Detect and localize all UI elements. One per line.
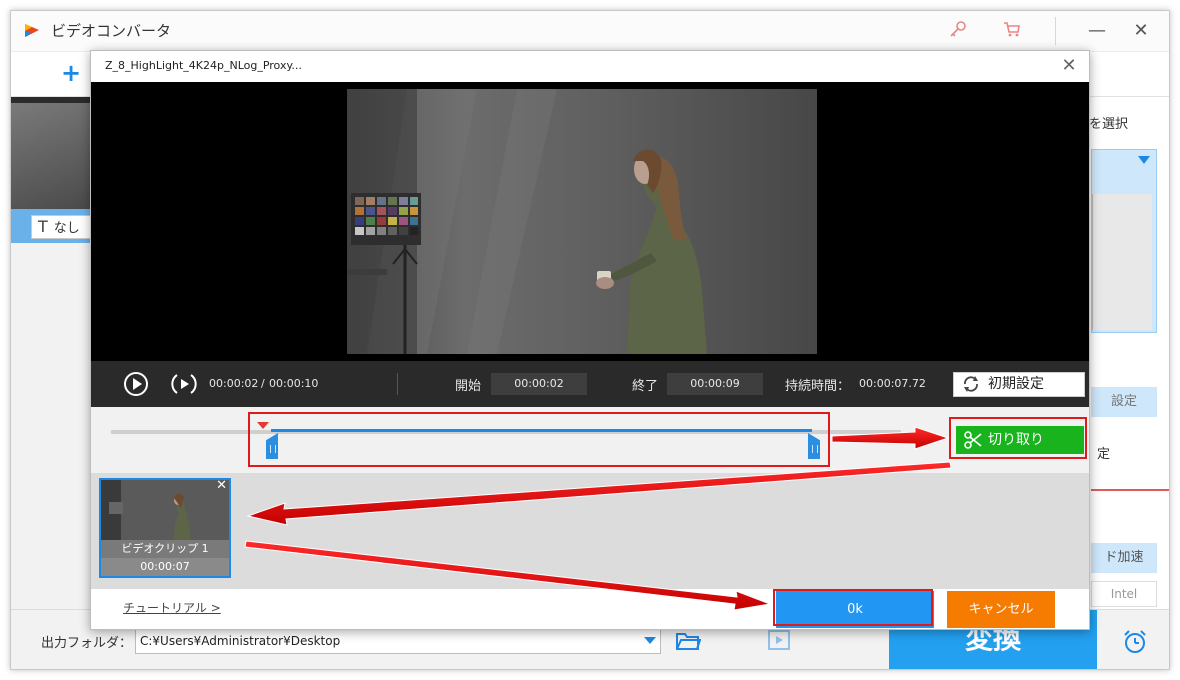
format-selector[interactable] (1091, 149, 1157, 333)
alarm-clock-icon[interactable] (1121, 628, 1149, 656)
output-folder-field[interactable]: C:¥Users¥Administrator¥Desktop (135, 628, 661, 654)
intel-button[interactable]: Intel (1091, 581, 1157, 607)
format-label: を選択 (1089, 117, 1129, 132)
reset-button-label: 初期設定 (988, 376, 1044, 392)
controls-divider (397, 373, 398, 395)
dialog-title: Z_8_HighLight_4K24p_NLog_Proxy... (105, 59, 302, 72)
tutorial-link[interactable]: チュートリアル > (123, 599, 221, 616)
cart-icon[interactable] (1001, 19, 1023, 41)
text-icon: T (38, 217, 48, 236)
cut-button-label: 切り取り (988, 432, 1044, 448)
dialog-titlebar: Z_8_HighLight_4K24p_NLog_Proxy... ✕ (91, 51, 1089, 82)
file-item-options: T なし (11, 209, 97, 243)
clip-list: ✕ ビデオクリップ 1 00:00:07 (91, 473, 1089, 589)
subtitle-selector[interactable]: T なし (31, 215, 97, 239)
settings-button[interactable]: 設定 (1091, 387, 1157, 417)
trim-dialog: Z_8_HighLight_4K24p_NLog_Proxy... ✕ 00:0… (90, 50, 1090, 630)
file-item[interactable] (11, 97, 91, 209)
trim-start-handle[interactable] (266, 433, 278, 459)
play-button[interactable] (124, 372, 148, 396)
current-time: 00:00:02 (209, 377, 259, 390)
dialog-footer: チュートリアル > 0k キャンセル (91, 589, 1089, 629)
total-time: 00:00:10 (269, 377, 319, 390)
file-thumbnail (11, 103, 91, 209)
end-time-field[interactable]: 00:00:09 (667, 373, 763, 395)
end-label: 終了 (632, 379, 659, 394)
playback-controls: 00:00:02 / 00:00:10 開始 00:00:02 終了 00:00… (91, 361, 1089, 407)
video-frame-image (347, 89, 817, 354)
duration-value: 00:00:07.72 (859, 377, 926, 390)
start-time-field[interactable]: 00:00:02 (491, 373, 587, 395)
chevron-down-icon[interactable] (644, 637, 656, 644)
window-close-button[interactable]: ✕ (1127, 19, 1155, 43)
folder-open-icon[interactable] (675, 630, 701, 652)
app-logo-icon (25, 24, 39, 37)
slider-line[interactable] (1091, 489, 1169, 491)
cut-button[interactable]: 切り取り (956, 426, 1084, 454)
ok-button[interactable]: 0k (776, 591, 934, 628)
video-preview (91, 82, 1089, 361)
minimize-button[interactable]: — (1083, 19, 1111, 43)
clip-item[interactable]: ✕ ビデオクリップ 1 00:00:07 (99, 478, 231, 578)
scissors-icon (964, 431, 982, 449)
trim-timeline: 切り取り (91, 407, 1089, 473)
time-separator: / (261, 377, 265, 390)
add-file-button[interactable]: + (61, 60, 81, 86)
app-title: ビデオコンバータ (51, 22, 172, 40)
duration-label: 持続時間： (785, 379, 851, 394)
subtitle-selector-value: なし (53, 221, 80, 236)
dialog-close-button[interactable]: ✕ (1057, 54, 1081, 78)
clip-duration: 00:00:07 (101, 558, 229, 576)
refresh-icon (964, 376, 978, 392)
hw-accel-button[interactable]: ド加速 (1091, 543, 1157, 573)
start-label: 開始 (455, 379, 482, 394)
video-frame (347, 89, 817, 354)
key-icon[interactable] (947, 19, 969, 41)
media-icon[interactable] (767, 628, 793, 652)
next-frame-icon[interactable] (171, 373, 197, 395)
chevron-down-icon (1138, 156, 1150, 164)
play-icon (133, 378, 142, 390)
titlebar-divider (1055, 17, 1056, 45)
main-titlebar: ビデオコンバータ — ✕ (11, 11, 1169, 51)
clip-thumbnail: ✕ (101, 480, 229, 540)
format-preview-image (1092, 194, 1152, 330)
output-format-panel: を選択 設定 定 ド加速 Intel (1083, 97, 1169, 609)
trim-end-handle[interactable] (808, 433, 820, 459)
setting-label: 定 (1097, 447, 1111, 462)
clip-thumbnail-image (101, 480, 229, 540)
selected-range (271, 429, 812, 432)
playhead-marker[interactable] (257, 422, 269, 429)
output-folder-path: C:¥Users¥Administrator¥Desktop (140, 634, 341, 648)
clip-name: ビデオクリップ 1 (101, 540, 229, 558)
clip-remove-icon[interactable]: ✕ (216, 480, 227, 493)
reset-button[interactable]: 初期設定 (953, 372, 1085, 397)
output-folder-label: 出力フォルダ： (41, 636, 133, 651)
cancel-button[interactable]: キャンセル (947, 591, 1055, 628)
